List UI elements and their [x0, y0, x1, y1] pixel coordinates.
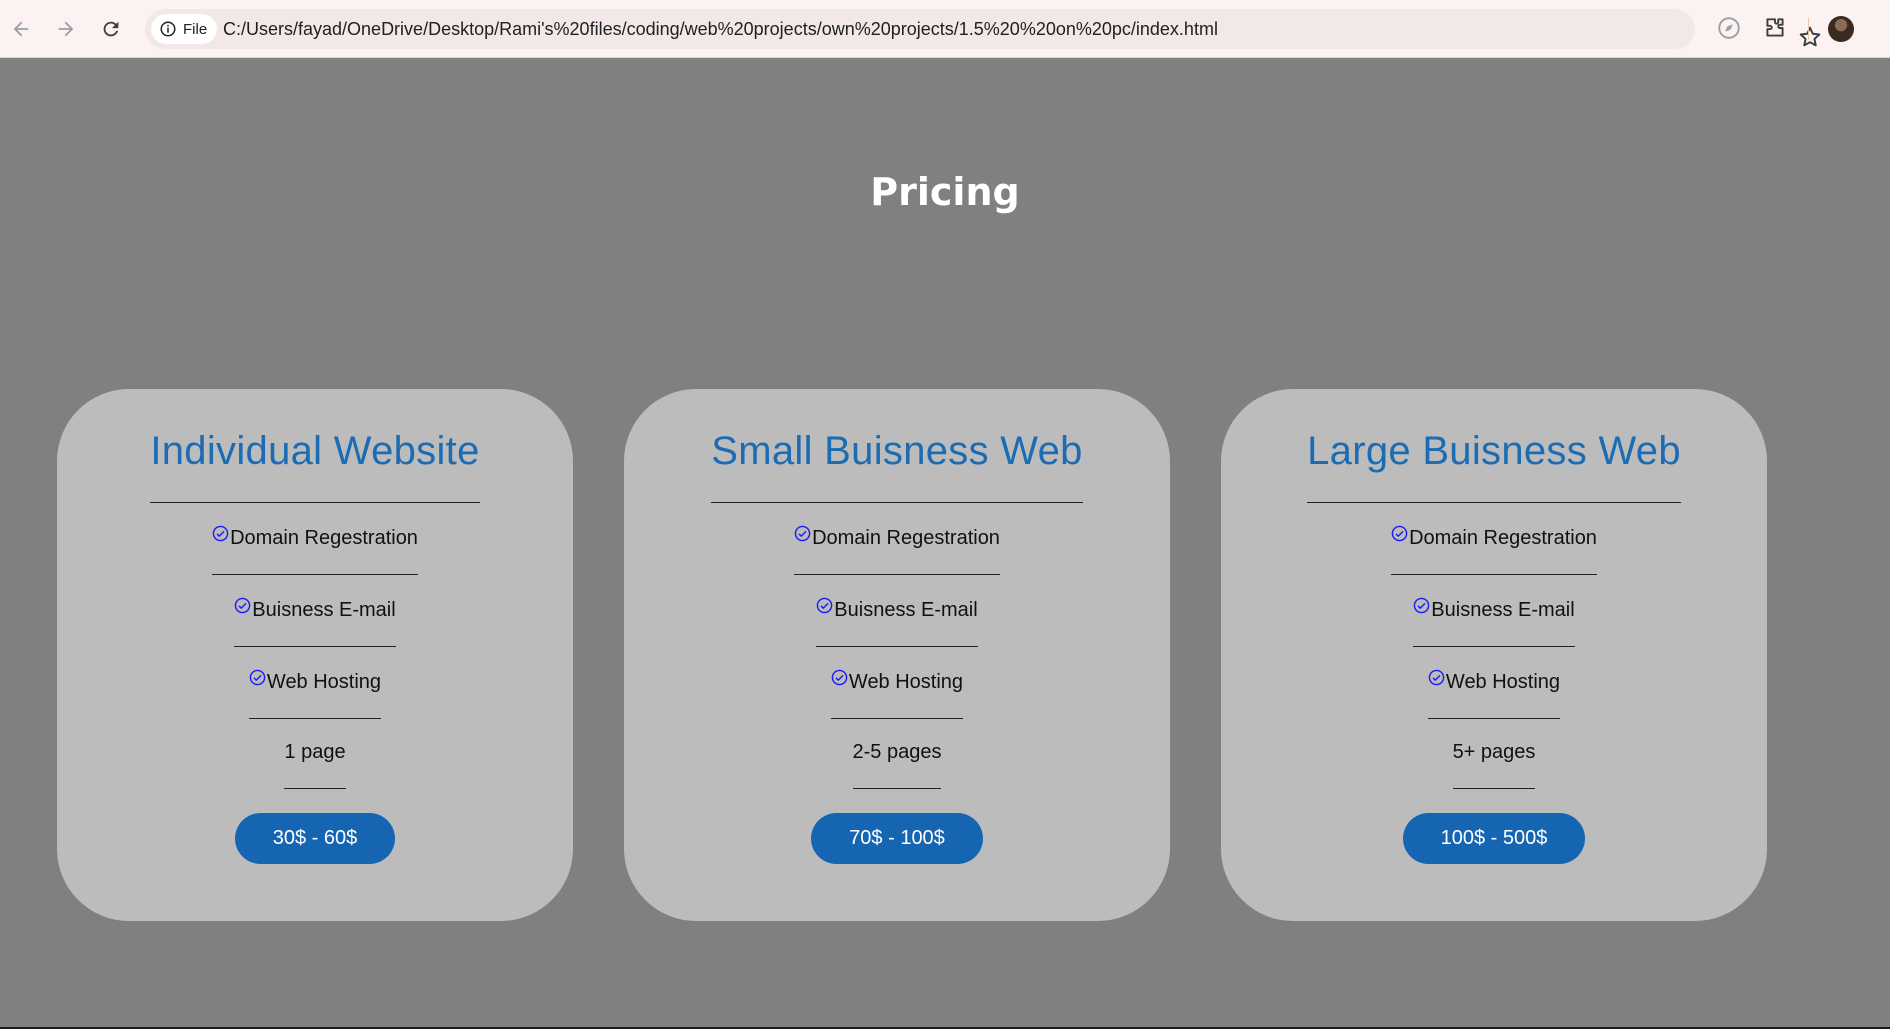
feature-label: Domain Regestration	[230, 527, 418, 549]
compass-icon[interactable]	[1716, 15, 1742, 41]
check-circle-icon	[234, 597, 251, 614]
plan-title: Small Buisness Web	[711, 429, 1083, 503]
feature-item: Domain Regestration	[794, 525, 1000, 575]
feature-label: Web Hosting	[266, 671, 382, 693]
page-count: 2-5 pages	[852, 741, 942, 789]
check-circle-icon	[831, 669, 848, 686]
feature-item: Buisness E-mail	[234, 597, 396, 647]
feature-item: Web Hosting	[830, 669, 964, 719]
feature-item: Domain Regestration	[212, 525, 418, 575]
check-circle-icon	[1413, 597, 1430, 614]
price-button[interactable]: 30$ - 60$	[234, 813, 396, 864]
feature-item: Buisness E-mail	[816, 597, 978, 647]
extensions-icon[interactable]	[1762, 15, 1788, 41]
feature-label: Domain Regestration	[812, 527, 1000, 549]
page-count: 1 page	[284, 741, 346, 789]
feature-label: Domain Regestration	[1409, 527, 1597, 549]
back-arrow-icon	[13, 21, 29, 37]
reload-icon	[103, 21, 119, 37]
feature-label: Web Hosting	[1445, 671, 1561, 693]
price-button[interactable]: 100$ - 500$	[1402, 813, 1586, 864]
pricing-card-small-business: Small Buisness Web Domain Regestration B…	[624, 389, 1170, 921]
feature-label: Buisness E-mail	[252, 599, 396, 621]
page-title: Pricing	[870, 170, 1020, 214]
back-button[interactable]	[4, 12, 38, 46]
feature-item: Web Hosting	[1427, 669, 1561, 719]
feature-item: Buisness E-mail	[1413, 597, 1575, 647]
scheme-label: File	[183, 20, 208, 38]
site-info-chip[interactable]: File	[151, 14, 218, 44]
browser-toolbar: File C:/Users/fayad/OneDrive/Desktop/Ram…	[0, 0, 1890, 58]
feature-label: Buisness E-mail	[1431, 599, 1575, 621]
plan-title: Large Buisness Web	[1307, 429, 1681, 503]
check-circle-icon	[1428, 669, 1445, 686]
check-circle-icon	[212, 525, 229, 542]
plan-title: Individual Website	[150, 429, 480, 503]
feature-label: Web Hosting	[848, 671, 964, 693]
feature-label: Buisness E-mail	[834, 599, 978, 621]
star-icon[interactable]	[1797, 24, 1823, 50]
pricing-card-large-business: Large Buisness Web Domain Regestration B…	[1221, 389, 1767, 921]
url-text[interactable]: C:/Users/fayad/OneDrive/Desktop/Rami's%2…	[223, 19, 1218, 40]
reload-button[interactable]	[94, 12, 128, 46]
feature-item: Domain Regestration	[1391, 525, 1597, 575]
info-icon	[160, 21, 176, 37]
profile-avatar[interactable]	[1828, 16, 1854, 42]
feature-item: Web Hosting	[248, 669, 382, 719]
price-button[interactable]: 70$ - 100$	[811, 813, 983, 864]
check-circle-icon	[1391, 525, 1408, 542]
check-circle-icon	[816, 597, 833, 614]
check-circle-icon	[794, 525, 811, 542]
address-bar[interactable]: File C:/Users/fayad/OneDrive/Desktop/Ram…	[145, 9, 1821, 49]
page-count: 5+ pages	[1452, 741, 1536, 789]
forward-button[interactable]	[49, 12, 83, 46]
pricing-card-individual: Individual Website Domain Regestration B…	[57, 389, 573, 921]
check-circle-icon	[249, 669, 266, 686]
toolbar-divider	[1808, 18, 1809, 40]
forward-arrow-icon	[58, 21, 74, 37]
